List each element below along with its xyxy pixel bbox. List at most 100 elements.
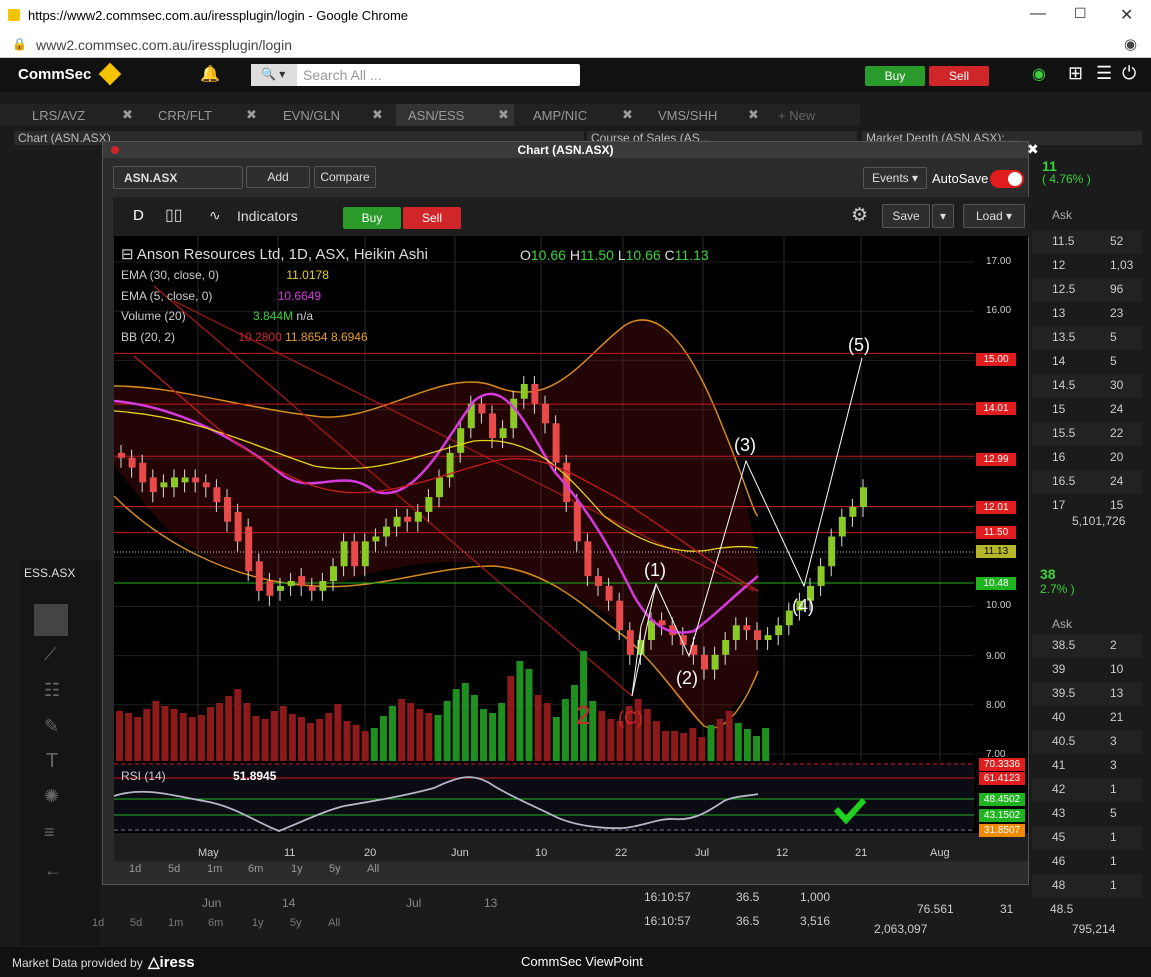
tab-lrs-avz[interactable]: LRS/AVZ bbox=[32, 104, 85, 126]
close-tab-icon[interactable]: ✖ bbox=[372, 107, 383, 123]
depth2-row[interactable]: 42 1 bbox=[1032, 778, 1142, 802]
volume-bar bbox=[561, 699, 569, 761]
text-tool-icon[interactable]: T bbox=[46, 750, 58, 773]
range-5y[interactable]: 5y bbox=[329, 863, 341, 875]
volume-bar bbox=[243, 703, 251, 761]
range-1y[interactable]: 1y bbox=[291, 863, 303, 875]
ema30-name: EMA (30, close, 0) bbox=[121, 268, 220, 282]
close-tab-icon[interactable]: ✖ bbox=[748, 107, 759, 123]
chart-buy-button[interactable]: Buy bbox=[343, 207, 401, 229]
volume-bar bbox=[225, 696, 233, 761]
symbol-input[interactable]: ASN.ASX bbox=[113, 166, 243, 189]
depth-row[interactable]: 12 1,03 bbox=[1032, 254, 1142, 278]
depth-row[interactable]: 12.5 96 bbox=[1032, 278, 1142, 302]
crosshair-tool-icon[interactable] bbox=[34, 604, 68, 636]
depth-ask-price: 11.5 bbox=[1052, 234, 1075, 248]
candle-body bbox=[817, 566, 825, 586]
tab-vms-shh[interactable]: VMS/SHH bbox=[658, 104, 717, 126]
indicators-button[interactable]: Indicators bbox=[237, 208, 298, 224]
compare-button[interactable]: Compare bbox=[314, 166, 376, 188]
brush-tool-icon[interactable]: ✎ bbox=[44, 716, 59, 737]
search-icon[interactable]: 🔍 ▾ bbox=[251, 64, 297, 86]
depth-row[interactable]: 11.5 52 bbox=[1032, 230, 1142, 254]
range-1d[interactable]: 1d bbox=[129, 863, 141, 875]
depth2-row[interactable]: 45 1 bbox=[1032, 826, 1142, 850]
wave-label: (1) bbox=[644, 560, 666, 580]
close-tab-icon[interactable]: ✖ bbox=[498, 107, 509, 123]
save-button[interactable]: Save bbox=[882, 204, 930, 228]
maximize-icon[interactable]: ☐ bbox=[1074, 5, 1087, 22]
search-input[interactable]: 🔍 ▾ Search All ... bbox=[251, 64, 580, 86]
back-arrow-icon[interactable]: ← bbox=[44, 860, 62, 881]
range-5y[interactable]: 5y bbox=[290, 917, 302, 929]
settings-gear-icon[interactable]: ⚙ bbox=[851, 204, 868, 227]
candle-type-icon[interactable]: ▯▯ bbox=[165, 205, 183, 225]
url-text[interactable]: www2.commsec.com.au/iressplugin/login bbox=[36, 37, 292, 53]
indicators-icon[interactable]: ∿ bbox=[209, 207, 221, 224]
close-tab-icon[interactable]: ✖ bbox=[246, 107, 257, 123]
notification-bell-icon[interactable]: 🔔 bbox=[200, 64, 220, 84]
save-dropdown-icon[interactable]: ▾ bbox=[932, 204, 954, 228]
load-dropdown[interactable]: Load ▾ bbox=[963, 204, 1025, 228]
depth2-row[interactable]: 40.5 3 bbox=[1032, 730, 1142, 754]
fib-tool-icon[interactable]: ≡ bbox=[44, 822, 55, 843]
depth2-row[interactable]: 38.5 2 bbox=[1032, 634, 1142, 658]
lightbulb-icon[interactable]: ◉ bbox=[1032, 64, 1046, 84]
range-1y[interactable]: 1y bbox=[252, 917, 264, 929]
depth-row[interactable]: 14.5 30 bbox=[1032, 374, 1142, 398]
address-bar[interactable]: 🔒 www2.commsec.com.au/iressplugin/login … bbox=[0, 32, 1151, 58]
new-tab-button[interactable]: + New bbox=[778, 104, 815, 126]
menu-icon[interactable]: ☰ bbox=[1096, 63, 1112, 84]
channel-tool-icon[interactable]: ☷ bbox=[44, 680, 60, 701]
range-all[interactable]: All bbox=[328, 917, 340, 929]
close-icon[interactable]: ✕ bbox=[1120, 5, 1133, 25]
add-button[interactable]: Add bbox=[246, 166, 310, 188]
add-icon[interactable]: ⊞ bbox=[1068, 63, 1083, 84]
modal-close-icon[interactable]: ✖ bbox=[1027, 141, 1039, 158]
power-icon[interactable]: ⏻ bbox=[1122, 63, 1136, 84]
depth-row[interactable]: 16 20 bbox=[1032, 446, 1142, 470]
eye-icon[interactable]: ◉ bbox=[1124, 35, 1137, 53]
depth2-row[interactable]: 48 1 bbox=[1032, 874, 1142, 898]
depth-row[interactable]: 13 23 bbox=[1032, 302, 1142, 326]
range-all[interactable]: All bbox=[367, 863, 379, 875]
topbar-buy-button[interactable]: Buy bbox=[865, 66, 925, 86]
bb-lower: 8.6946 bbox=[330, 330, 368, 344]
autosave-toggle[interactable] bbox=[990, 170, 1024, 188]
candle-body bbox=[128, 457, 136, 468]
depth2-total2: 795,214 bbox=[1072, 922, 1116, 936]
range-1d[interactable]: 1d bbox=[92, 917, 104, 929]
range-5d[interactable]: 5d bbox=[130, 917, 142, 929]
depth2-ask-qty: 13 bbox=[1110, 686, 1124, 700]
range-6m[interactable]: 6m bbox=[208, 917, 223, 929]
topbar-sell-button[interactable]: Sell bbox=[929, 66, 989, 86]
period-button[interactable]: D bbox=[133, 207, 144, 224]
tab-evn-gln[interactable]: EVN/GLN bbox=[283, 104, 340, 126]
line-tool-icon[interactable]: ⟋ bbox=[44, 644, 57, 665]
range-1m[interactable]: 1m bbox=[168, 917, 183, 929]
depth-row[interactable]: 15 24 bbox=[1032, 398, 1142, 422]
depth2-row[interactable]: 41 3 bbox=[1032, 754, 1142, 778]
tab-crr-flt[interactable]: CRR/FLT bbox=[158, 104, 212, 126]
depth2-row[interactable]: 39.5 13 bbox=[1032, 682, 1142, 706]
close-tab-icon[interactable]: ✖ bbox=[122, 107, 133, 123]
depth-row[interactable]: 15.5 22 bbox=[1032, 422, 1142, 446]
depth-row[interactable]: 13.5 5 bbox=[1032, 326, 1142, 350]
depth2-row[interactable]: 46 1 bbox=[1032, 850, 1142, 874]
volume-bar bbox=[343, 721, 351, 761]
minimize-icon[interactable]: — bbox=[1030, 5, 1046, 23]
range-6m[interactable]: 6m bbox=[248, 863, 263, 875]
pattern-tool-icon[interactable]: ✺ bbox=[44, 786, 59, 807]
chart-sell-button[interactable]: Sell bbox=[403, 207, 461, 229]
tab-asn-ess[interactable]: ASN/ESS bbox=[396, 104, 514, 126]
depth2-row[interactable]: 43 5 bbox=[1032, 802, 1142, 826]
depth2-row[interactable]: 40 21 bbox=[1032, 706, 1142, 730]
range-1m[interactable]: 1m bbox=[207, 863, 222, 875]
depth-row[interactable]: 14 5 bbox=[1032, 350, 1142, 374]
events-dropdown[interactable]: Events ▾ bbox=[863, 167, 927, 189]
range-5d[interactable]: 5d bbox=[168, 863, 180, 875]
depth2-row[interactable]: 39 10 bbox=[1032, 658, 1142, 682]
depth-row[interactable]: 16.5 24 bbox=[1032, 470, 1142, 494]
close-tab-icon[interactable]: ✖ bbox=[622, 107, 633, 123]
tab-amp-nic[interactable]: AMP/NIC bbox=[533, 104, 587, 126]
